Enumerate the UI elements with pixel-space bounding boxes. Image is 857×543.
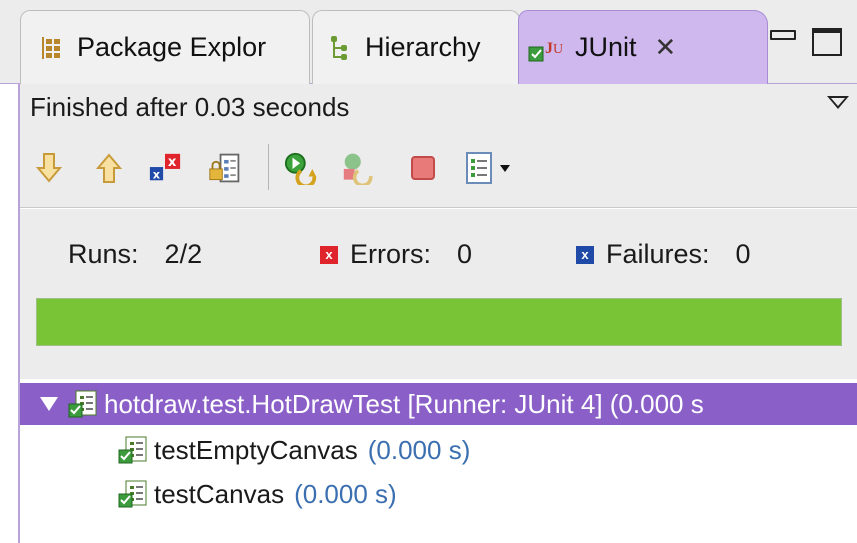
test-run-history-icon[interactable] (464, 150, 524, 186)
status-text: Finished after 0.03 seconds (30, 91, 350, 122)
test-tree: hotdraw.test.HotDrawTest [Runner: JUnit … (20, 379, 857, 543)
test-class-label: hotdraw.test.HotDrawTest [Runner: JUnit … (104, 388, 704, 419)
close-icon[interactable]: ✕ (655, 32, 677, 63)
tab-label: JUnit (575, 32, 637, 62)
test-passed-icon (118, 435, 148, 465)
view-tab-bar: Package Explor Hierarchy J U JUnit ✕ (0, 0, 857, 84)
tab-label: Package Explor (77, 32, 267, 62)
rerun-test-icon[interactable] (284, 150, 318, 186)
runs-label: Runs: (68, 239, 139, 269)
next-failure-icon[interactable] (32, 150, 66, 186)
junit-toolbar: x x (20, 130, 857, 208)
svg-text:U: U (553, 42, 563, 57)
rerun-failed-first-icon[interactable] (342, 150, 376, 186)
progress-fill (37, 299, 841, 345)
svg-text:J: J (545, 40, 553, 57)
tree-row-test-class[interactable]: hotdraw.test.HotDrawTest [Runner: JUnit … (20, 383, 857, 425)
svg-text:x: x (153, 167, 161, 181)
package-icon (39, 35, 63, 61)
test-method-time: (0.000 s) (294, 478, 397, 509)
toolbar-separator (268, 144, 269, 190)
errors-counter: x Errors: 0 (320, 239, 472, 270)
runs-counter: Runs: 2/2 (68, 239, 202, 270)
failures-counter: x Failures: 0 (576, 239, 751, 270)
errors-value: 0 (457, 239, 473, 269)
runs-value: 2/2 (164, 239, 203, 269)
test-suite-icon (68, 389, 98, 419)
tab-package-explorer[interactable]: Package Explor (20, 10, 310, 84)
expand-triangle-icon[interactable] (40, 397, 58, 411)
tree-row-test-method[interactable]: testEmptyCanvas (0.000 s) (20, 429, 470, 471)
stop-icon[interactable] (406, 150, 440, 186)
previous-failure-icon[interactable] (92, 150, 126, 186)
errors-label: Errors: (350, 239, 431, 269)
progress-bar (36, 298, 842, 346)
minimize-icon[interactable] (770, 30, 796, 40)
test-method-name: testCanvas (154, 478, 285, 509)
tab-junit[interactable]: J U JUnit ✕ (518, 10, 768, 84)
svg-text:x: x (168, 155, 177, 170)
hierarchy-icon (327, 34, 351, 62)
test-method-time: (0.000 s) (367, 434, 471, 465)
junit-view: Finished after 0.03 seconds x x Runs: 2/… (18, 84, 857, 543)
tab-hierarchy[interactable]: Hierarchy (312, 10, 520, 84)
status-bar: Finished after 0.03 seconds (20, 84, 857, 130)
scroll-lock-icon[interactable] (208, 150, 242, 186)
tab-label: Hierarchy (365, 32, 481, 62)
failures-value: 0 (735, 239, 751, 269)
failure-icon: x (576, 245, 594, 264)
maximize-icon[interactable] (812, 28, 842, 56)
error-icon: x (320, 245, 338, 264)
chevron-down-icon[interactable] (500, 164, 510, 172)
test-method-name: testEmptyCanvas (154, 434, 358, 465)
junit-icon: J U (527, 33, 567, 63)
view-menu-icon[interactable] (827, 96, 849, 109)
show-failures-only-icon[interactable]: x x (148, 150, 182, 186)
tree-row-test-method[interactable]: testCanvas (0.000 s) (20, 473, 397, 515)
test-passed-icon (118, 479, 148, 509)
failures-label: Failures: (606, 239, 710, 269)
